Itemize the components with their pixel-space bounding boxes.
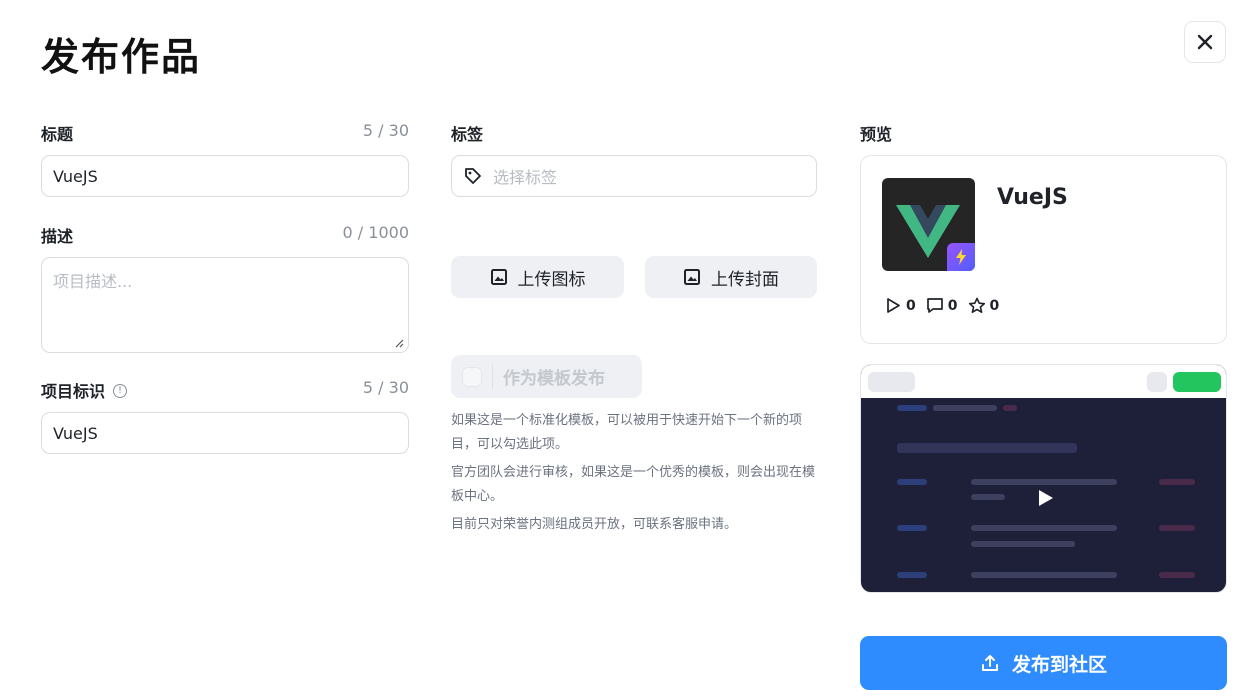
cover-pill [868, 372, 915, 392]
template-toggle[interactable]: 作为模板发布 [451, 355, 642, 398]
cover-line [897, 525, 927, 531]
upload-icon [981, 655, 998, 671]
comments-count: 0 [947, 297, 958, 314]
comment-icon [926, 298, 943, 313]
preview-stats: 0 0 0 [885, 297, 1009, 314]
publish-button[interactable]: 发布到社区 [860, 636, 1227, 690]
title-input[interactable]: VueJS [41, 155, 409, 197]
publish-label: 发布到社区 [1011, 653, 1107, 676]
preview-label: 预览 [860, 125, 893, 144]
identifier-input[interactable]: VueJS [41, 412, 409, 454]
image-icon [490, 269, 507, 285]
cover-line [897, 572, 927, 578]
template-help-2: 官方团队会进行审核，如果这是一个优秀的模板，则会出现在模板中心。 [451, 465, 816, 504]
play-icon [887, 298, 900, 313]
description-counter: 0 / 1000 [342, 223, 409, 242]
cover-line [1159, 572, 1195, 578]
close-button[interactable] [1184, 21, 1226, 63]
description-textarea[interactable]: 项目描述... [41, 257, 409, 353]
stars-count: 0 [989, 297, 1000, 314]
description-placeholder: 项目描述... [53, 272, 133, 291]
cover-line [897, 405, 927, 411]
tag-icon [465, 168, 481, 184]
tags-placeholder: 选择标签 [493, 168, 558, 187]
cover-line [971, 494, 1005, 500]
divider [492, 364, 493, 389]
preview-card: VueJS 0 0 0 [860, 155, 1227, 344]
lightning-icon [956, 249, 966, 265]
image-icon [684, 269, 700, 285]
cover-line [971, 479, 1117, 485]
close-icon [1197, 34, 1213, 50]
template-help-3: 目前只对荣誉内测组成员开放，可联系客服申请。 [451, 517, 738, 532]
cover-pill [1147, 372, 1167, 392]
plays-stat: 0 [885, 297, 916, 314]
description-label: 描述 [41, 227, 74, 246]
upload-cover-label: 上传封面 [711, 269, 779, 290]
star-icon [968, 297, 985, 313]
cover-line [1003, 405, 1017, 411]
cover-line [971, 525, 1117, 531]
plays-count: 0 [906, 297, 916, 314]
template-checkbox[interactable] [462, 366, 482, 387]
tags-label: 标签 [451, 125, 484, 144]
cover-line [933, 405, 997, 411]
upload-icon-label: 上传图标 [517, 269, 586, 290]
resize-handle-icon[interactable] [394, 338, 404, 348]
cover-line [1159, 525, 1195, 531]
page-title: 发布作品 [41, 35, 202, 79]
identifier-label: 项目标识! [41, 378, 128, 402]
cover-line [971, 541, 1075, 547]
template-help-1: 如果这是一个标准化模板，可以被用于快速开始下一个新的项目，可以勾选此项。 [451, 413, 803, 452]
play-icon[interactable] [1038, 489, 1054, 507]
comments-stat: 0 [926, 297, 958, 314]
template-label: 作为模板发布 [503, 369, 605, 389]
tags-select[interactable]: 选择标签 [451, 155, 817, 197]
identifier-input-value: VueJS [53, 423, 98, 443]
title-counter: 5 / 30 [362, 121, 409, 140]
upload-cover-button[interactable]: 上传封面 [645, 256, 817, 298]
upload-icon-button[interactable]: 上传图标 [451, 256, 624, 298]
cover-toolbar [861, 365, 1226, 398]
title-input-value: VueJS [53, 166, 98, 186]
stars-stat: 0 [968, 297, 1000, 314]
info-icon[interactable]: ! [113, 383, 128, 398]
identifier-label-text: 项目标识 [41, 382, 106, 401]
title-label: 标题 [41, 125, 74, 144]
cover-text-line [897, 443, 1077, 453]
app-icon [882, 178, 975, 271]
cover-line [1159, 479, 1195, 485]
cover-line [897, 479, 927, 485]
cover-pill-green [1173, 372, 1221, 392]
cover-line [971, 572, 1117, 578]
vite-badge [947, 243, 975, 271]
preview-name: VueJS [997, 185, 1068, 210]
cover-preview [860, 364, 1227, 593]
identifier-counter: 5 / 30 [362, 378, 409, 397]
